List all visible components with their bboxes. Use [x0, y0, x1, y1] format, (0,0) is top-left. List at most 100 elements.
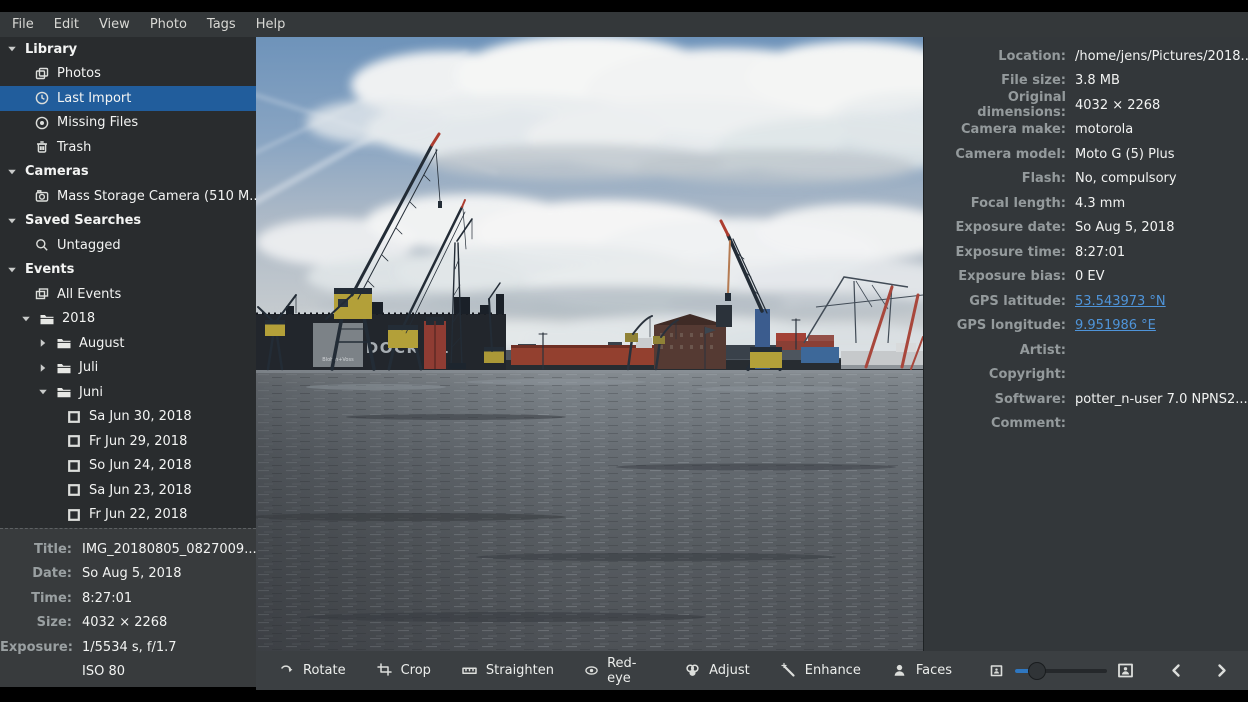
sidebar-item-2018[interactable]: 2018 [0, 307, 256, 332]
info-row-title: Title:IMG_20180805_0827009... [0, 537, 256, 562]
chevron-expanded-icon[interactable] [6, 166, 18, 178]
straighten-button[interactable]: Straighten [453, 657, 562, 684]
sidebar-item-all-events[interactable]: All Events [0, 282, 256, 307]
meta-row-exposure-bias: Exposure bias:0 EV [924, 265, 1248, 290]
info-row-date: Date:So Aug 5, 2018 [0, 562, 256, 587]
basic-info-panel: Title:IMG_20180805_0827009... Date:So Au… [0, 528, 256, 687]
rotate-button[interactable]: Rotate [270, 657, 354, 684]
sidebar-item-event-jun-30[interactable]: Sa Jun 30, 2018 [0, 405, 256, 430]
meta-row-exposure-time: Exposure time:8:27:01 [924, 240, 1248, 265]
faces-icon [891, 662, 908, 679]
extended-info-panel: Location:/home/jens/Pictures/2018... Fil… [923, 37, 1248, 651]
info-row-iso: ISO 80 [0, 660, 256, 685]
sidebar-item-juli[interactable]: Juli [0, 356, 256, 381]
missing-files-icon [34, 115, 50, 131]
menu-edit[interactable]: Edit [44, 12, 89, 37]
sidebar-section-cameras[interactable]: Cameras [0, 160, 256, 185]
sidebar-tree: Library Photos Last Import Missing Files… [0, 37, 256, 528]
dock-sign-small-text: Blohm+Voss [322, 357, 354, 363]
folder-icon [56, 360, 72, 376]
date-icon [66, 409, 82, 425]
meta-row-focal-length: Focal length:4.3 mm [924, 191, 1248, 216]
info-row-size: Size:4032 × 2268 [0, 611, 256, 636]
meta-row-camera-model: Camera model:Moto G (5) Plus [924, 142, 1248, 167]
zoom-slider[interactable] [1015, 661, 1107, 681]
menu-help[interactable]: Help [246, 12, 296, 37]
meta-row-gps-longitude: GPS longitude:9.951986 °E [924, 314, 1248, 339]
sidebar-item-missing-files[interactable]: Missing Files [0, 111, 256, 136]
chevron-expanded-icon[interactable] [6, 43, 18, 55]
sidebar-section-saved-searches[interactable]: Saved Searches [0, 209, 256, 234]
chevron-expanded-icon[interactable] [37, 386, 49, 398]
menu-photo[interactable]: Photo [140, 12, 197, 37]
photo-navigation [1168, 662, 1230, 679]
menu-file[interactable]: File [2, 12, 44, 37]
zoom-control [988, 661, 1134, 681]
sidebar-section-library[interactable]: Library [0, 37, 256, 62]
chevron-expanded-icon[interactable] [6, 215, 18, 227]
chevron-collapsed-icon[interactable] [37, 337, 49, 349]
gps-longitude-link[interactable]: 9.951986 °E [1075, 318, 1156, 333]
faces-button[interactable]: Faces [883, 657, 960, 684]
meta-row-comment: Comment: [924, 412, 1248, 437]
photo-viewer: Blohm+Voss DOCK 11 [256, 37, 923, 651]
info-row-exposure: Exposure:1/5534 s, f/1.7 [0, 635, 256, 660]
enhance-button[interactable]: Enhance [772, 657, 869, 684]
folder-icon [56, 384, 72, 400]
photos-icon [34, 66, 50, 82]
sidebar-item-photos[interactable]: Photos [0, 62, 256, 87]
date-icon [66, 507, 82, 523]
sidebar-item-event-jun-29[interactable]: Fr Jun 29, 2018 [0, 429, 256, 454]
straighten-icon [461, 662, 478, 679]
info-row-time: Time:8:27:01 [0, 586, 256, 611]
menu-bar: File Edit View Photo Tags Help [0, 12, 1248, 37]
sidebar-item-untagged[interactable]: Untagged [0, 233, 256, 258]
sidebar-item-last-import[interactable]: Last Import [0, 86, 256, 111]
sidebar-item-juni[interactable]: Juni [0, 380, 256, 405]
menu-view[interactable]: View [89, 12, 140, 37]
enhance-icon [780, 662, 797, 679]
next-photo-button[interactable] [1213, 662, 1230, 679]
date-icon [66, 433, 82, 449]
photo-harbor-cranes[interactable]: Blohm+Voss DOCK 11 [256, 37, 923, 651]
meta-row-original-dimensions: Original dimensions:4032 × 2268 [924, 93, 1248, 118]
folder-icon [56, 335, 72, 351]
crop-button[interactable]: Crop [368, 657, 439, 684]
red-eye-icon [584, 662, 599, 679]
sidebar-section-events[interactable]: Events [0, 258, 256, 283]
events-icon [34, 286, 50, 302]
sidebar-item-event-jun-24[interactable]: So Jun 24, 2018 [0, 454, 256, 479]
meta-row-exposure-date: Exposure date:So Aug 5, 2018 [924, 216, 1248, 241]
adjust-button[interactable]: Adjust [676, 657, 758, 684]
rotate-icon [278, 662, 295, 679]
date-icon [66, 482, 82, 498]
zoom-out-photo-icon[interactable] [988, 662, 1005, 679]
sidebar-item-august[interactable]: August [0, 331, 256, 356]
edit-toolbar: Rotate Crop Straighten Red-eye Adjust En… [256, 651, 1248, 690]
zoom-slider-knob[interactable] [1028, 662, 1046, 680]
chevron-expanded-icon[interactable] [20, 313, 32, 325]
zoom-in-photo-icon[interactable] [1117, 662, 1134, 679]
chevron-expanded-icon[interactable] [6, 264, 18, 276]
sidebar-item-event-jun-23[interactable]: Sa Jun 23, 2018 [0, 478, 256, 503]
meta-row-artist: Artist: [924, 338, 1248, 363]
camera-icon [34, 188, 50, 204]
chevron-collapsed-icon[interactable] [37, 362, 49, 374]
meta-row-camera-make: Camera make:motorola [924, 118, 1248, 143]
crop-icon [376, 662, 393, 679]
meta-row-location: Location:/home/jens/Pictures/2018... [924, 44, 1248, 69]
clock-icon [34, 90, 50, 106]
red-eye-button[interactable]: Red-eye [576, 651, 662, 691]
sidebar-item-trash[interactable]: Trash [0, 135, 256, 160]
menu-tags[interactable]: Tags [197, 12, 246, 37]
meta-row-gps-latitude: GPS latitude:53.543973 °N [924, 289, 1248, 314]
previous-photo-button[interactable] [1168, 662, 1185, 679]
trash-icon [34, 139, 50, 155]
meta-row-copyright: Copyright: [924, 363, 1248, 388]
sidebar-item-event-jun-22[interactable]: Fr Jun 22, 2018 [0, 503, 256, 528]
folder-icon [39, 311, 55, 327]
sidebar-item-mass-storage-camera[interactable]: Mass Storage Camera (510 M... [0, 184, 256, 209]
meta-row-flash: Flash:No, compulsory [924, 167, 1248, 192]
search-icon [34, 237, 50, 253]
gps-latitude-link[interactable]: 53.543973 °N [1075, 294, 1166, 309]
